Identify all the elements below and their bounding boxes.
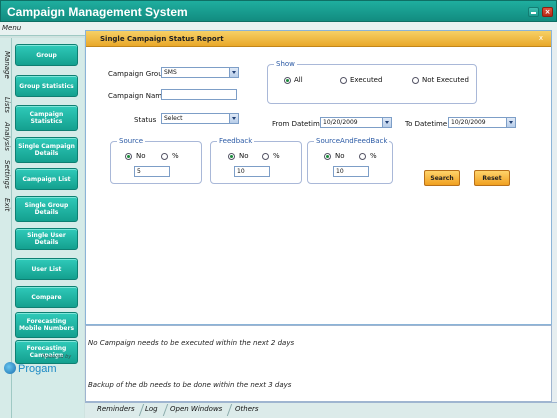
vtab-exit[interactable]: Exit — [1, 196, 11, 214]
powered-by-text: Powered by — [42, 354, 72, 360]
compare-button[interactable]: Compare — [15, 286, 78, 308]
feedback-percent-radio[interactable] — [262, 153, 269, 160]
source-percent-label: % — [172, 152, 179, 160]
source-no-label: No — [136, 152, 146, 160]
show-executed-label: Executed — [350, 76, 383, 84]
campaign-statistics-button[interactable]: Campaign Statistics — [15, 105, 78, 131]
vtab-settings[interactable]: Settings — [1, 156, 11, 192]
status-select[interactable]: Select — [161, 113, 239, 124]
reset-button[interactable]: Reset — [474, 170, 510, 186]
campaign-name-label: Campaign Name — [108, 92, 167, 100]
tab-separator — [226, 404, 233, 416]
single-user-details-button[interactable]: Single User Details — [15, 228, 78, 250]
chevron-down-icon[interactable] — [229, 114, 238, 123]
show-executed-radio[interactable] — [340, 77, 347, 84]
from-datetime-label: From Datetime — [272, 120, 325, 128]
from-datetime-picker[interactable]: 10/20/2009 — [320, 117, 392, 128]
tab-others[interactable]: Others — [235, 405, 259, 413]
tab-reminders[interactable]: Reminders — [97, 405, 135, 413]
report-header: Single Campaign Status Report x — [86, 31, 551, 47]
tab-separator — [138, 404, 145, 416]
forecasting-mobile-numbers-button[interactable]: Forecasting Mobile Numbers — [15, 312, 78, 338]
tab-open-windows[interactable]: Open Windows — [170, 405, 222, 413]
window-title: Campaign Management System — [7, 5, 188, 19]
to-datetime-label: To Datetime — [405, 120, 448, 128]
campaign-group-value: SMS — [164, 69, 177, 76]
single-campaign-details-button[interactable]: Single Campaign Details — [15, 137, 78, 163]
group-statistics-button[interactable]: Group Statistics — [15, 75, 78, 97]
source-and-feedback-title: SourceAndFeedBack — [314, 137, 390, 145]
vtab-lists[interactable]: Lists — [1, 94, 11, 116]
reminders-panel: No Campaign needs to be executed within … — [85, 325, 552, 402]
to-datetime-picker[interactable]: 10/20/2009 — [448, 117, 516, 128]
vtab-analysis[interactable]: Analysis — [1, 118, 11, 154]
reminder-message: Backup of the db needs to be done within… — [88, 381, 292, 389]
report-title: Single Campaign Status Report — [100, 35, 224, 43]
campaign-list-button[interactable]: Campaign List — [15, 168, 78, 190]
show-not-executed-radio[interactable] — [412, 77, 419, 84]
feedback-percent-label: % — [273, 152, 280, 160]
chevron-down-icon[interactable] — [506, 118, 515, 127]
powered-by-logo: Powered by Progam — [2, 350, 82, 382]
source-no-radio[interactable] — [125, 153, 132, 160]
source-and-feedback-group: SourceAndFeedBack No % 10 — [307, 137, 393, 184]
report-close-icon[interactable]: x — [539, 34, 543, 42]
single-group-details-button[interactable]: Single Group Details — [15, 196, 78, 222]
source-percent-radio[interactable] — [161, 153, 168, 160]
feedback-no-label: No — [239, 152, 249, 160]
user-list-button[interactable]: User List — [15, 258, 78, 280]
search-button[interactable]: Search — [424, 170, 460, 186]
chevron-down-icon[interactable] — [229, 68, 238, 77]
show-not-executed-label: Not Executed — [422, 76, 469, 84]
source-group: Source No % 5 — [110, 137, 202, 184]
status-value: Select — [164, 115, 183, 122]
sf-no-label: No — [335, 152, 345, 160]
show-group-title: Show — [274, 60, 297, 68]
show-group: Show All Executed Not Executed — [267, 60, 477, 104]
campaign-group-label: Campaign Group — [108, 70, 168, 78]
feedback-no-radio[interactable] — [228, 153, 235, 160]
reminder-message: No Campaign needs to be executed within … — [88, 339, 295, 347]
from-datetime-value: 10/20/2009 — [323, 119, 358, 126]
campaign-group-select[interactable]: SMS — [161, 67, 239, 78]
right-edge — [552, 30, 557, 402]
vtab-manage[interactable]: Manage — [1, 48, 11, 82]
chevron-down-icon[interactable] — [382, 118, 391, 127]
tab-separator — [162, 404, 169, 416]
bottom-tab-strip: Reminders Log Open Windows Others — [85, 402, 557, 418]
show-all-radio[interactable] — [284, 77, 291, 84]
brand-name: Progam — [18, 363, 57, 375]
sf-input[interactable]: 10 — [333, 166, 369, 177]
report-panel: Single Campaign Status Report x Campaign… — [85, 30, 552, 325]
close-button[interactable]: × — [542, 7, 553, 17]
status-label: Status — [134, 116, 157, 124]
to-datetime-value: 10/20/2009 — [451, 119, 486, 126]
minimize-button[interactable] — [528, 7, 539, 17]
source-input[interactable]: 5 — [134, 166, 170, 177]
sf-no-radio[interactable] — [324, 153, 331, 160]
show-all-label: All — [294, 76, 303, 84]
menu-label: Menu — [2, 24, 22, 32]
logo-icon — [4, 362, 16, 374]
sf-percent-label: % — [370, 152, 377, 160]
title-bar: Campaign Management System × — [0, 0, 557, 22]
feedback-group: Feedback No % 10 — [210, 137, 302, 184]
group-button[interactable]: Group — [15, 44, 78, 66]
tab-log[interactable]: Log — [145, 405, 158, 413]
feedback-input[interactable]: 10 — [234, 166, 270, 177]
feedback-group-title: Feedback — [217, 137, 255, 145]
sf-percent-radio[interactable] — [359, 153, 366, 160]
source-group-title: Source — [117, 137, 146, 145]
campaign-name-input[interactable] — [161, 89, 237, 100]
